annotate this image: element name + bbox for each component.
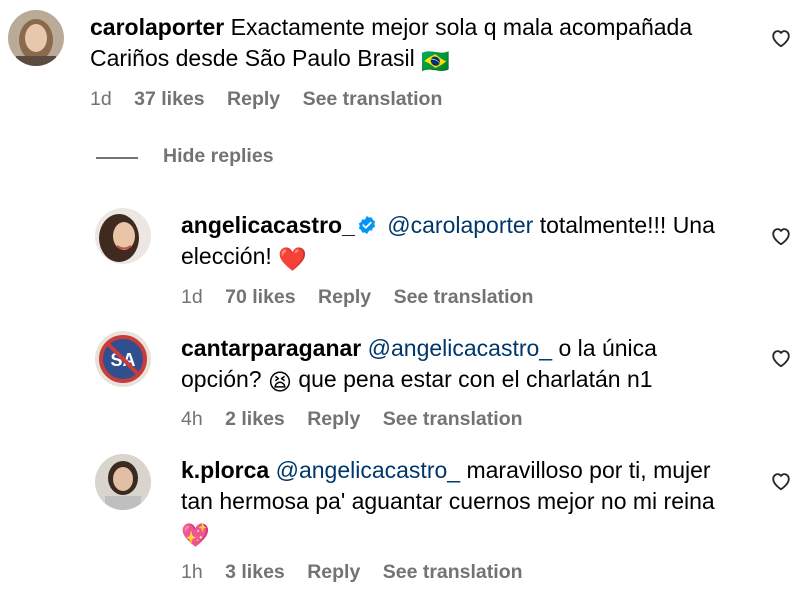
- username[interactable]: cantarparaganar: [181, 335, 361, 361]
- reply-time[interactable]: 1d: [181, 286, 203, 308]
- heart-outline-icon[interactable]: [770, 225, 792, 247]
- avatar[interactable]: [95, 208, 151, 264]
- reply-text: cantarparaganar @angelicacastro_ o la ún…: [181, 333, 761, 398]
- avatar[interactable]: SA: [95, 331, 151, 387]
- reply-meta: 4h 2 likes Reply See translation: [181, 408, 540, 431]
- reply-meta: 1d 70 likes Reply See translation: [181, 286, 550, 309]
- reply-body-line2-pre: opción?: [181, 366, 268, 392]
- reply-text: angelicacastro_ @carolaporter totalmente…: [181, 210, 761, 275]
- avatar-image: SA: [95, 331, 151, 387]
- likes-count[interactable]: 3 likes: [225, 561, 285, 583]
- see-translation-button[interactable]: See translation: [394, 286, 534, 308]
- comment-body-line2: Cariños desde São Paulo Brasil: [90, 45, 415, 71]
- avatar[interactable]: [8, 10, 64, 66]
- see-translation-button[interactable]: See translation: [383, 561, 523, 583]
- username[interactable]: carolaporter: [90, 14, 224, 40]
- see-translation-button[interactable]: See translation: [303, 88, 443, 110]
- reply-time[interactable]: 1h: [181, 561, 203, 583]
- comment-time[interactable]: 1d: [90, 88, 112, 110]
- divider-line: [96, 157, 138, 159]
- reply-button[interactable]: Reply: [307, 561, 360, 583]
- reply-body-line1: maravilloso por ti, mujer: [460, 457, 711, 483]
- likes-count[interactable]: 2 likes: [225, 408, 285, 430]
- mention-link[interactable]: @carolaporter: [387, 212, 533, 238]
- heart-outline-icon[interactable]: [770, 347, 792, 369]
- sparkling-heart-emoji: 💖: [181, 522, 210, 548]
- reply-body-line2: tan hermosa pa' aguantar cuernos mejor n…: [181, 488, 715, 514]
- reply-body-line1: totalmente!!! Una: [533, 212, 715, 238]
- reply-button[interactable]: Reply: [318, 286, 371, 308]
- reply-button[interactable]: Reply: [307, 408, 360, 430]
- reply-text: k.plorca @angelicacastro_ maravilloso po…: [181, 455, 761, 551]
- mention-link[interactable]: @angelicacastro_: [276, 457, 460, 483]
- avatar-image: [95, 208, 151, 264]
- reply-time[interactable]: 4h: [181, 408, 203, 430]
- heart-outline-icon[interactable]: [770, 470, 792, 492]
- tired-face-emoji: 😫: [267, 369, 292, 395]
- likes-count[interactable]: 37 likes: [134, 88, 204, 110]
- reply-body-line1: o la única: [552, 335, 657, 361]
- hide-replies-label[interactable]: Hide replies: [163, 145, 274, 168]
- verified-badge-icon: [357, 212, 377, 234]
- avatar-image: [8, 10, 64, 66]
- comment-meta: 1d 37 likes Reply See translation: [90, 88, 459, 111]
- reply-body-line2: elección!: [181, 243, 279, 269]
- username[interactable]: angelicacastro_: [181, 212, 355, 238]
- avatar[interactable]: [95, 454, 151, 510]
- flag-emoji: 🇧🇷: [421, 48, 450, 74]
- comment-body-line1: Exactamente mejor sola q mala acompañada: [230, 14, 693, 40]
- avatar-image: [95, 454, 151, 510]
- likes-count[interactable]: 70 likes: [225, 286, 295, 308]
- heart-emoji: ❤️: [278, 246, 307, 272]
- reply-meta: 1h 3 likes Reply See translation: [181, 561, 540, 584]
- heart-outline-icon[interactable]: [770, 27, 792, 49]
- comment-text: carolaporter Exactamente mejor sola q ma…: [90, 12, 750, 77]
- reply-body-line2-post: que pena estar con el charlatán n1: [291, 366, 653, 392]
- reply-button[interactable]: Reply: [227, 88, 280, 110]
- mention-link[interactable]: @angelicacastro_: [368, 335, 552, 361]
- see-translation-button[interactable]: See translation: [383, 408, 523, 430]
- username[interactable]: k.plorca: [181, 457, 269, 483]
